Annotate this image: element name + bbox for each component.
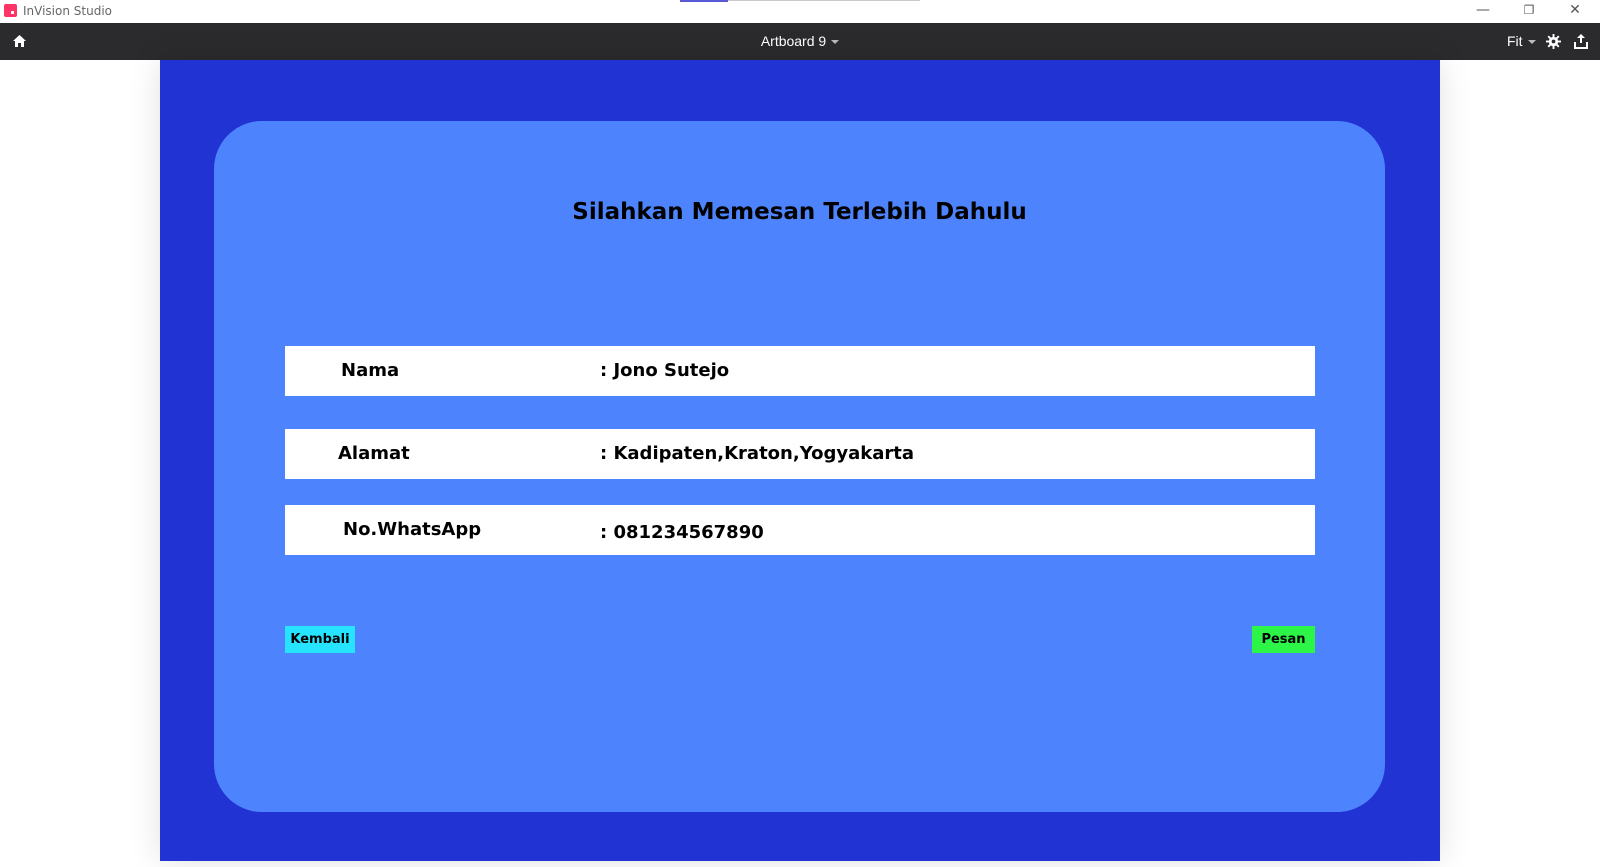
alamat-value: : Kadipaten,Kraton,Yogyakarta xyxy=(600,443,914,464)
close-button[interactable]: ✕ xyxy=(1552,0,1598,22)
zoom-selector[interactable]: Fit xyxy=(1507,33,1536,49)
chevron-down-icon[interactable] xyxy=(831,40,840,45)
share-icon[interactable] xyxy=(1573,33,1589,49)
active-tab-indicator xyxy=(680,0,728,2)
form-row-alamat: Alamat : Kadipaten,Kraton,Yogyakarta xyxy=(285,429,1315,479)
chevron-down-icon[interactable] xyxy=(1527,40,1536,45)
nama-label: Nama xyxy=(341,360,400,381)
artboard-selector[interactable]: Artboard 9 xyxy=(0,33,1600,49)
back-button[interactable]: Kembali xyxy=(285,626,355,653)
artboard-canvas: Silahkan Memesan Terlebih Dahulu Nama : … xyxy=(160,60,1440,861)
alamat-label: Alamat xyxy=(338,443,410,464)
tab-indicator xyxy=(680,0,920,2)
whatsapp-label: No.WhatsApp xyxy=(343,519,482,540)
maximize-button[interactable]: ❐ xyxy=(1506,0,1552,22)
window-titlebar: InVision Studio — ❐ ✕ xyxy=(0,0,1600,23)
minimize-button[interactable]: — xyxy=(1460,0,1506,22)
gear-icon[interactable] xyxy=(1546,34,1561,49)
order-form-card: Silahkan Memesan Terlebih Dahulu Nama : … xyxy=(214,121,1385,812)
top-toolbar: Artboard 9 Fit xyxy=(0,23,1600,60)
artboard-name-label[interactable]: Artboard 9 xyxy=(761,33,826,49)
invision-logo-icon xyxy=(4,4,17,17)
zoom-label[interactable]: Fit xyxy=(1507,33,1523,49)
whatsapp-value: : 081234567890 xyxy=(600,522,764,543)
nama-value: : Jono Sutejo xyxy=(600,360,730,381)
order-button[interactable]: Pesan xyxy=(1252,626,1315,653)
form-row-nama: Nama : Jono Sutejo xyxy=(285,346,1315,396)
form-title: Silahkan Memesan Terlebih Dahulu xyxy=(572,199,1027,225)
app-title: InVision Studio xyxy=(23,4,112,18)
form-row-whatsapp: No.WhatsApp : 081234567890 xyxy=(285,505,1315,555)
